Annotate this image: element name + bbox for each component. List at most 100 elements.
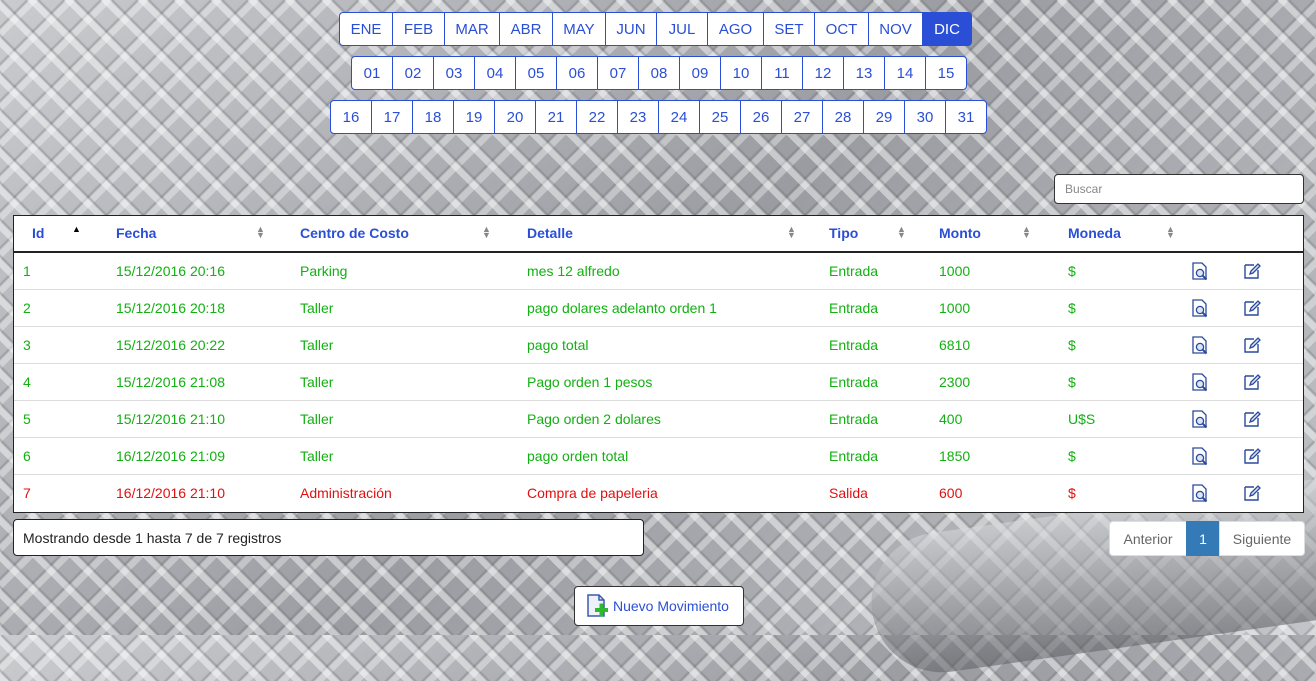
cell-monto: 400	[924, 400, 1052, 438]
table-row: 3 15/12/2016 20:22 Taller pago total Entrada…	[14, 326, 1303, 364]
month-button-oct[interactable]: OCT	[814, 12, 869, 46]
column-header-centro[interactable]: Centro de Costo ▲ ▼	[282, 216, 509, 253]
day-button-12[interactable]: 12	[802, 56, 844, 90]
day-button-29[interactable]: 29	[863, 100, 905, 134]
day-button-10[interactable]: 10	[720, 56, 762, 90]
day-button-31[interactable]: 31	[945, 100, 987, 134]
edit-icon[interactable]	[1242, 483, 1303, 503]
view-cell	[1185, 326, 1237, 364]
header-label: Tipo	[829, 225, 859, 241]
edit-cell	[1237, 475, 1303, 512]
day-button-27[interactable]: 27	[781, 100, 823, 134]
day-button-14[interactable]: 14	[884, 56, 926, 90]
day-button-21[interactable]: 21	[535, 100, 577, 134]
day-button-17[interactable]: 17	[371, 100, 413, 134]
cell-fecha: 16/12/2016 21:10	[116, 485, 225, 501]
day-button-20[interactable]: 20	[494, 100, 536, 134]
cell-fecha: 16/12/2016 21:09	[96, 437, 282, 475]
day-button-09[interactable]: 09	[679, 56, 721, 90]
cell-detalle: pago total	[509, 326, 814, 364]
month-button-set[interactable]: SET	[763, 12, 815, 46]
month-button-dic[interactable]: DIC	[922, 12, 972, 46]
pagination-page-1[interactable]: 1	[1186, 521, 1220, 556]
month-button-ago[interactable]: AGO	[707, 12, 764, 46]
day-button-24[interactable]: 24	[658, 100, 700, 134]
table-row: 5 15/12/2016 21:10 Taller Pago orden 2 dola…	[14, 400, 1303, 438]
view-cell	[1185, 400, 1237, 438]
column-header-tipo[interactable]: Tipo ▲ ▼	[814, 216, 924, 253]
cell-id: 3	[14, 326, 96, 364]
day-button-01[interactable]: 01	[351, 56, 393, 90]
column-header-detalle[interactable]: Detalle ▲ ▼	[509, 216, 814, 253]
month-button-mar[interactable]: MAR	[444, 12, 500, 46]
sort-icon: ▲ ▼	[256, 224, 265, 240]
movements-table: Id ▲ Fecha ▲ ▼ Centro de Costo ▲ ▼ Detalle…	[13, 215, 1304, 513]
day-button-07[interactable]: 07	[597, 56, 639, 90]
view-details-icon[interactable]	[1190, 372, 1237, 392]
day-button-05[interactable]: 05	[515, 56, 557, 90]
month-button-jun[interactable]: JUN	[605, 12, 657, 46]
new-movement-button[interactable]: Nuevo Movimiento	[574, 586, 744, 626]
month-button-may[interactable]: MAY	[552, 12, 606, 46]
cell-id: 7	[23, 485, 31, 501]
day-button-06[interactable]: 06	[556, 56, 598, 90]
edit-icon[interactable]	[1242, 446, 1303, 466]
cell-monto: 2300	[924, 363, 1052, 401]
pagination-next[interactable]: Siguiente	[1219, 521, 1305, 556]
cell-detalle: Pago orden 1 pesos	[509, 363, 814, 401]
day-button-03[interactable]: 03	[433, 56, 475, 90]
day-button-22[interactable]: 22	[576, 100, 618, 134]
day-button-23[interactable]: 23	[617, 100, 659, 134]
column-header-monto[interactable]: Monto ▲ ▼	[924, 216, 1052, 253]
day-button-25[interactable]: 25	[699, 100, 741, 134]
edit-cell	[1237, 363, 1303, 401]
edit-icon[interactable]	[1242, 298, 1303, 318]
cell-tipo: Entrada	[814, 437, 924, 475]
view-details-icon[interactable]	[1190, 409, 1237, 429]
month-button-feb[interactable]: FEB	[392, 12, 445, 46]
view-cell	[1185, 289, 1237, 327]
column-header-moneda[interactable]: Moneda ▲ ▼	[1052, 216, 1185, 253]
view-details-icon[interactable]	[1190, 261, 1237, 281]
view-details-icon[interactable]	[1190, 446, 1237, 466]
header-label: Monto	[939, 225, 981, 241]
sort-icon: ▲ ▼	[482, 224, 491, 240]
month-button-jul[interactable]: JUL	[656, 12, 708, 46]
cell-tipo: Entrada	[814, 326, 924, 364]
day-button-08[interactable]: 08	[638, 56, 680, 90]
month-button-ene[interactable]: ENE	[339, 12, 393, 46]
month-button-abr[interactable]: ABR	[499, 12, 553, 46]
search-input[interactable]	[1054, 174, 1304, 204]
edit-icon[interactable]	[1242, 409, 1303, 429]
day-button-04[interactable]: 04	[474, 56, 516, 90]
cell-centro: Taller	[282, 437, 509, 475]
cell-id: 5	[14, 400, 96, 438]
view-details-icon[interactable]	[1190, 298, 1237, 318]
edit-icon[interactable]	[1242, 261, 1303, 281]
day-button-02[interactable]: 02	[392, 56, 434, 90]
view-details-icon[interactable]	[1190, 335, 1237, 355]
day-button-28[interactable]: 28	[822, 100, 864, 134]
edit-icon[interactable]	[1242, 372, 1303, 392]
day-button-18[interactable]: 18	[412, 100, 454, 134]
column-header-id[interactable]: Id ▲	[14, 216, 96, 253]
day-button-16[interactable]: 16	[330, 100, 372, 134]
day-button-26[interactable]: 26	[740, 100, 782, 134]
day-button-13[interactable]: 13	[843, 56, 885, 90]
cell-tipo: Salida	[829, 485, 868, 501]
column-header-fecha[interactable]: Fecha ▲ ▼	[96, 216, 282, 253]
view-details-icon[interactable]	[1190, 483, 1237, 503]
day-button-30[interactable]: 30	[904, 100, 946, 134]
day-button-19[interactable]: 19	[453, 100, 495, 134]
cell-detalle: Compra de papeleria	[527, 485, 658, 501]
edit-cell	[1237, 437, 1303, 475]
cell-moneda: U$S	[1052, 400, 1185, 438]
day-button-11[interactable]: 11	[761, 56, 803, 90]
edit-icon[interactable]	[1242, 335, 1303, 355]
cell-moneda: $	[1068, 485, 1076, 501]
day-button-15[interactable]: 15	[925, 56, 967, 90]
pagination-previous[interactable]: Anterior	[1109, 521, 1187, 556]
sort-icon: ▲ ▼	[1022, 224, 1031, 240]
month-button-nov[interactable]: NOV	[868, 12, 923, 46]
table-row: 1 15/12/2016 20:16 Parking mes 12 alfredo En…	[14, 252, 1303, 290]
